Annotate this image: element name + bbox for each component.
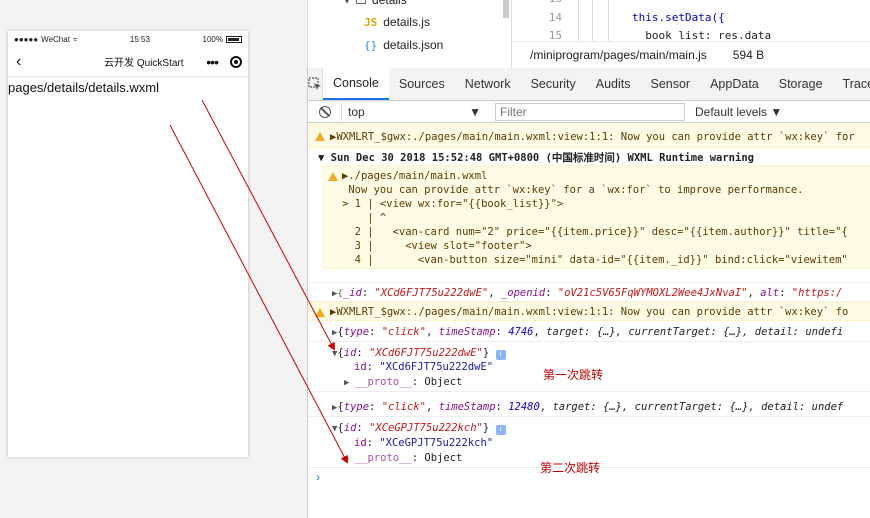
annotation-arrows [169,99,348,464]
arrow-line-second [169,124,348,464]
